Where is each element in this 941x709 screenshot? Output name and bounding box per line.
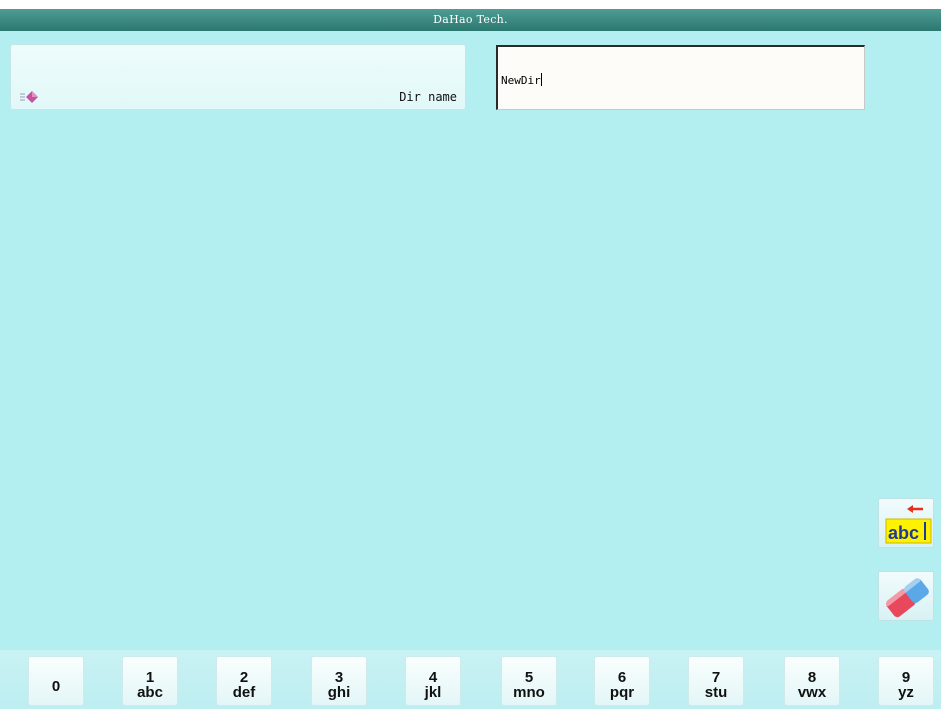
- eraser-icon: [885, 577, 929, 618]
- backspace-button[interactable]: abc: [878, 498, 934, 548]
- key-9[interactable]: 9 yz: [878, 656, 934, 706]
- diamond-bullet-icon: [20, 91, 38, 103]
- screen: DaHao Tech. Dir name NewDir abc 0 1 abc …: [0, 0, 941, 709]
- key-digit: 3: [334, 669, 344, 686]
- backspace-icon-text: abc: [888, 523, 919, 543]
- key-letters: mno: [513, 684, 545, 701]
- dir-name-input[interactable]: NewDir: [496, 45, 865, 110]
- key-4[interactable]: 4 jkl: [405, 656, 461, 706]
- key-digit: 6: [617, 669, 627, 686]
- key-7[interactable]: 7 stu: [688, 656, 744, 706]
- key-5[interactable]: 5 mno: [501, 656, 557, 706]
- key-0[interactable]: 0: [28, 656, 84, 706]
- backspace-abc-icon: abc: [885, 505, 932, 544]
- key-digit: 9: [901, 669, 911, 686]
- key-letters: ghi: [327, 684, 351, 701]
- key-digit: 0: [51, 678, 61, 695]
- text-cursor: [540, 73, 542, 86]
- key-8[interactable]: 8 vwx: [784, 656, 840, 706]
- key-letters: stu: [704, 684, 728, 701]
- dir-name-value: NewDir: [501, 74, 541, 87]
- key-digit: 1: [145, 669, 155, 686]
- key-digit: 5: [524, 669, 534, 686]
- key-digit: 4: [428, 669, 438, 686]
- key-6[interactable]: 6 pqr: [594, 656, 650, 706]
- key-letters: yz: [898, 684, 914, 701]
- key-1[interactable]: 1 abc: [122, 656, 178, 706]
- key-letters: jkl: [424, 684, 442, 701]
- key-3[interactable]: 3 ghi: [311, 656, 367, 706]
- key-digit: 2: [239, 669, 249, 686]
- key-letters: pqr: [609, 684, 635, 701]
- key-2[interactable]: 2 def: [216, 656, 272, 706]
- key-digit: 7: [711, 669, 721, 686]
- title-bar: DaHao Tech.: [0, 9, 941, 31]
- key-letters: vwx: [797, 684, 827, 701]
- key-letters: def: [232, 684, 256, 701]
- clear-button[interactable]: [878, 571, 934, 621]
- top-strip: [0, 0, 941, 9]
- dir-name-label-panel: Dir name: [10, 44, 466, 110]
- key-letters: abc: [137, 684, 163, 701]
- dir-name-label: Dir name: [399, 90, 457, 104]
- numeric-keypad: 0 1 abc 2 def 3 ghi 4 jkl 5 mno 6 pqr 7 …: [0, 650, 941, 709]
- key-digit: 8: [807, 669, 817, 686]
